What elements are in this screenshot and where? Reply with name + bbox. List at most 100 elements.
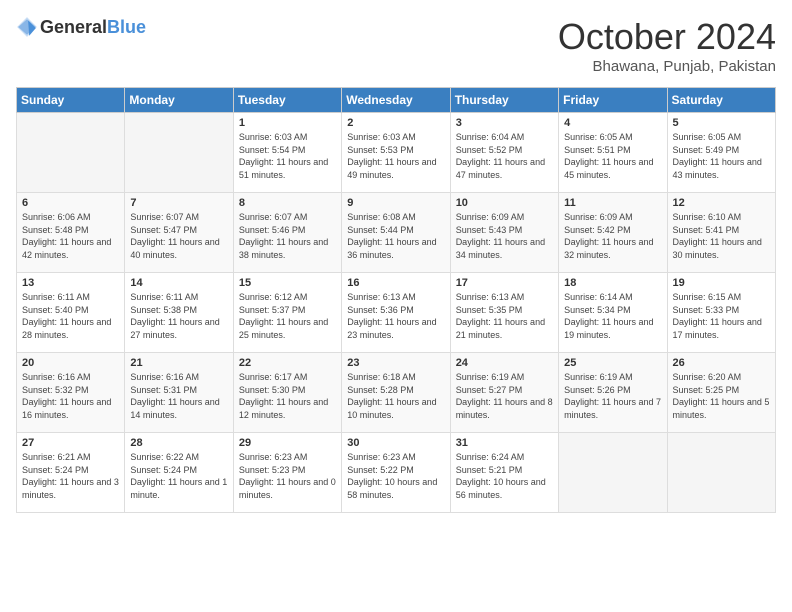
day-header-wednesday: Wednesday (342, 88, 450, 113)
day-number: 7 (130, 197, 227, 209)
day-number: 9 (347, 197, 444, 209)
day-number: 11 (564, 197, 661, 209)
logo-icon (16, 16, 38, 38)
day-info: Sunrise: 6:24 AMSunset: 5:21 PMDaylight:… (456, 451, 553, 501)
day-info: Sunrise: 6:16 AMSunset: 5:31 PMDaylight:… (130, 371, 227, 421)
location-title: Bhawana, Punjab, Pakistan (558, 58, 776, 75)
day-info: Sunrise: 6:09 AMSunset: 5:42 PMDaylight:… (564, 211, 661, 261)
day-number: 12 (673, 197, 770, 209)
calendar-cell: 30Sunrise: 6:23 AMSunset: 5:22 PMDayligh… (342, 433, 450, 513)
month-title: October 2024 (558, 16, 776, 58)
calendar-cell: 31Sunrise: 6:24 AMSunset: 5:21 PMDayligh… (450, 433, 558, 513)
day-number: 16 (347, 277, 444, 289)
calendar-cell: 10 Sunrise: 6:09 AMSunset: 5:43 PMDayligh… (450, 193, 558, 273)
calendar-cell: 24Sunrise: 6:19 AMSunset: 5:27 PMDayligh… (450, 353, 558, 433)
calendar-week-row: 6 Sunrise: 6:06 AMSunset: 5:48 PMDaylight… (17, 193, 776, 273)
calendar-cell: 13 Sunrise: 6:11 AMSunset: 5:40 PMDayligh… (17, 273, 125, 353)
calendar-cell: 21 Sunrise: 6:16 AMSunset: 5:31 PMDayligh… (125, 353, 233, 433)
calendar-header-row: SundayMondayTuesdayWednesdayThursdayFrid… (17, 88, 776, 113)
calendar-week-row: 27Sunrise: 6:21 AMSunset: 5:24 PMDayligh… (17, 433, 776, 513)
day-number: 13 (22, 277, 119, 289)
day-number: 27 (22, 437, 119, 449)
calendar-cell: 28 Sunrise: 6:22 AMSunset: 5:24 PMDayligh… (125, 433, 233, 513)
day-info: Sunrise: 6:11 AMSunset: 5:38 PMDaylight:… (130, 291, 227, 341)
day-info: Sunrise: 6:07 AMSunset: 5:46 PMDaylight:… (239, 211, 336, 261)
calendar: SundayMondayTuesdayWednesdayThursdayFrid… (16, 87, 776, 513)
day-info: Sunrise: 6:13 AMSunset: 5:35 PMDaylight:… (456, 291, 553, 341)
day-header-monday: Monday (125, 88, 233, 113)
day-info: Sunrise: 6:20 AMSunset: 5:25 PMDaylight:… (673, 371, 770, 421)
day-header-sunday: Sunday (17, 88, 125, 113)
day-number: 6 (22, 197, 119, 209)
day-info: Sunrise: 6:19 AMSunset: 5:26 PMDaylight:… (564, 371, 661, 421)
day-info: Sunrise: 6:22 AMSunset: 5:24 PMDaylight:… (130, 451, 227, 501)
calendar-cell: 4 Sunrise: 6:05 AMSunset: 5:51 PMDaylight… (559, 113, 667, 193)
title-block: October 2024 Bhawana, Punjab, Pakistan (558, 16, 776, 75)
day-number: 24 (456, 357, 553, 369)
day-info: Sunrise: 6:17 AMSunset: 5:30 PMDaylight:… (239, 371, 336, 421)
calendar-cell (125, 113, 233, 193)
day-info: Sunrise: 6:09 AMSunset: 5:43 PMDaylight:… (456, 211, 553, 261)
day-info: Sunrise: 6:12 AMSunset: 5:37 PMDaylight:… (239, 291, 336, 341)
day-number: 8 (239, 197, 336, 209)
day-number: 17 (456, 277, 553, 289)
calendar-cell: 1 Sunrise: 6:03 AMSunset: 5:54 PMDaylight… (233, 113, 341, 193)
day-info: Sunrise: 6:11 AMSunset: 5:40 PMDaylight:… (22, 291, 119, 341)
calendar-cell: 29Sunrise: 6:23 AMSunset: 5:23 PMDayligh… (233, 433, 341, 513)
calendar-cell: 18 Sunrise: 6:14 AMSunset: 5:34 PMDayligh… (559, 273, 667, 353)
calendar-cell (667, 433, 775, 513)
calendar-cell: 27Sunrise: 6:21 AMSunset: 5:24 PMDayligh… (17, 433, 125, 513)
day-number: 25 (564, 357, 661, 369)
day-info: Sunrise: 6:10 AMSunset: 5:41 PMDaylight:… (673, 211, 770, 261)
calendar-cell: 16Sunrise: 6:13 AMSunset: 5:36 PMDayligh… (342, 273, 450, 353)
day-info: Sunrise: 6:03 AMSunset: 5:53 PMDaylight:… (347, 131, 444, 181)
day-info: Sunrise: 6:04 AMSunset: 5:52 PMDaylight:… (456, 131, 553, 181)
day-info: Sunrise: 6:07 AMSunset: 5:47 PMDaylight:… (130, 211, 227, 261)
calendar-week-row: 13 Sunrise: 6:11 AMSunset: 5:40 PMDayligh… (17, 273, 776, 353)
calendar-cell: 8 Sunrise: 6:07 AMSunset: 5:46 PMDaylight… (233, 193, 341, 273)
day-info: Sunrise: 6:15 AMSunset: 5:33 PMDaylight:… (673, 291, 770, 341)
day-number: 28 (130, 437, 227, 449)
calendar-cell: 2 Sunrise: 6:03 AMSunset: 5:53 PMDaylight… (342, 113, 450, 193)
day-number: 1 (239, 117, 336, 129)
calendar-cell: 14Sunrise: 6:11 AMSunset: 5:38 PMDayligh… (125, 273, 233, 353)
day-number: 10 (456, 197, 553, 209)
calendar-cell: 15 Sunrise: 6:12 AMSunset: 5:37 PMDayligh… (233, 273, 341, 353)
day-number: 2 (347, 117, 444, 129)
day-info: Sunrise: 6:08 AMSunset: 5:44 PMDaylight:… (347, 211, 444, 261)
logo: GeneralBlue (16, 16, 146, 38)
day-number: 26 (673, 357, 770, 369)
day-number: 4 (564, 117, 661, 129)
day-number: 30 (347, 437, 444, 449)
day-number: 18 (564, 277, 661, 289)
day-header-friday: Friday (559, 88, 667, 113)
day-number: 21 (130, 357, 227, 369)
day-info: Sunrise: 6:14 AMSunset: 5:34 PMDaylight:… (564, 291, 661, 341)
calendar-cell: 9 Sunrise: 6:08 AMSunset: 5:44 PMDaylight… (342, 193, 450, 273)
calendar-cell: 19Sunrise: 6:15 AMSunset: 5:33 PMDayligh… (667, 273, 775, 353)
calendar-week-row: 1 Sunrise: 6:03 AMSunset: 5:54 PMDaylight… (17, 113, 776, 193)
calendar-cell: 11 Sunrise: 6:09 AMSunset: 5:42 PMDayligh… (559, 193, 667, 273)
calendar-cell: 26 Sunrise: 6:20 AMSunset: 5:25 PMDayligh… (667, 353, 775, 433)
logo-blue: Blue (107, 17, 146, 37)
calendar-cell: 7 Sunrise: 6:07 AMSunset: 5:47 PMDaylight… (125, 193, 233, 273)
day-info: Sunrise: 6:03 AMSunset: 5:54 PMDaylight:… (239, 131, 336, 181)
calendar-cell (559, 433, 667, 513)
calendar-week-row: 20 Sunrise: 6:16 AMSunset: 5:32 PMDayligh… (17, 353, 776, 433)
day-info: Sunrise: 6:05 AMSunset: 5:49 PMDaylight:… (673, 131, 770, 181)
calendar-cell: 22Sunrise: 6:17 AMSunset: 5:30 PMDayligh… (233, 353, 341, 433)
logo-general: General (40, 17, 107, 37)
calendar-cell: 12 Sunrise: 6:10 AMSunset: 5:41 PMDayligh… (667, 193, 775, 273)
day-info: Sunrise: 6:06 AMSunset: 5:48 PMDaylight:… (22, 211, 119, 261)
calendar-cell: 25 Sunrise: 6:19 AMSunset: 5:26 PMDayligh… (559, 353, 667, 433)
day-info: Sunrise: 6:18 AMSunset: 5:28 PMDaylight:… (347, 371, 444, 421)
day-number: 23 (347, 357, 444, 369)
calendar-cell (17, 113, 125, 193)
day-number: 15 (239, 277, 336, 289)
day-info: Sunrise: 6:16 AMSunset: 5:32 PMDaylight:… (22, 371, 119, 421)
calendar-cell: 23 Sunrise: 6:18 AMSunset: 5:28 PMDayligh… (342, 353, 450, 433)
day-info: Sunrise: 6:05 AMSunset: 5:51 PMDaylight:… (564, 131, 661, 181)
day-number: 20 (22, 357, 119, 369)
calendar-cell: 20 Sunrise: 6:16 AMSunset: 5:32 PMDayligh… (17, 353, 125, 433)
page-header: GeneralBlue October 2024 Bhawana, Punjab… (16, 16, 776, 75)
